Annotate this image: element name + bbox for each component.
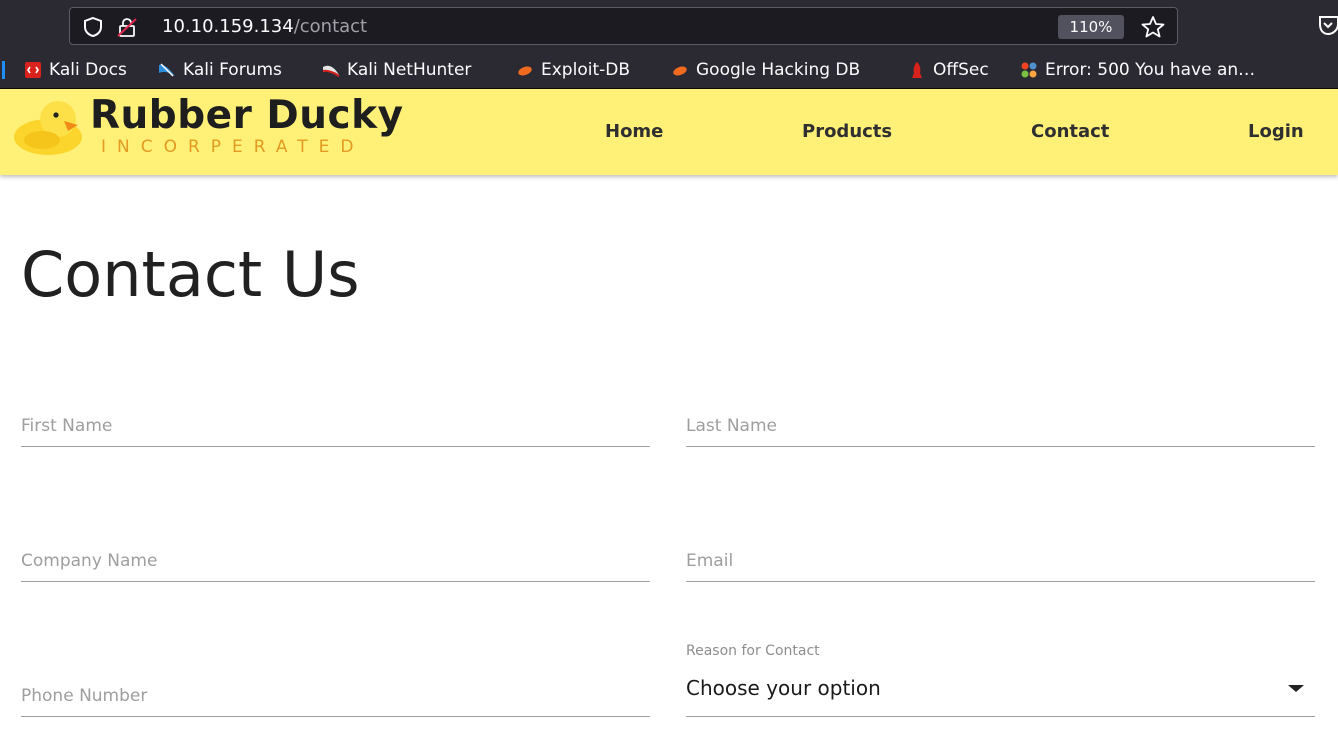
pocket-icon[interactable] [1318,14,1338,36]
address-bar[interactable]: 10.10.159.134/contact 110% [69,7,1178,45]
bookmarks-toolbar: Kali Docs Kali Forums Kali NetHunter Exp… [0,50,1338,89]
page-title: Contact Us [21,238,360,311]
caret-down-icon[interactable] [1288,685,1304,692]
bookmark-error-500[interactable]: Error: 500 You have an… [1020,58,1255,82]
email-input[interactable] [686,551,1315,571]
bookmark-offsec[interactable]: OffSec [908,58,989,82]
first-name-input[interactable] [21,416,650,436]
google-hacking-db-icon [673,66,687,76]
tracking-protection-shield-icon[interactable] [82,16,104,38]
nav-contact-link[interactable]: Contact [1031,121,1109,142]
bookmark-label: OffSec [933,60,989,80]
first-name-field [21,403,650,447]
brand-subtitle: INCORPERATED [101,137,365,157]
bookmark-kali-forums[interactable]: Kali Forums [158,58,282,82]
offsec-icon [912,62,922,78]
reason-for-contact-select[interactable]: Choose your option [686,672,1315,717]
bookmark-kali-nethunter[interactable]: Kali NetHunter [322,58,471,82]
kali-docs-icon [25,62,41,78]
site-header: Rubber Ducky INCORPERATED Home Products … [0,89,1338,175]
bookmark-star-icon[interactable] [1140,15,1166,39]
nav-products-link[interactable]: Products [802,121,892,142]
company-name-field [21,538,650,582]
reason-for-contact-label: Reason for Contact [686,643,820,659]
bookmark-google-hacking-db[interactable]: Google Hacking DB [671,58,860,82]
bookmark-label: Exploit-DB [541,60,630,80]
phone-number-field [21,673,650,717]
bookmark-exploit-db[interactable]: Exploit-DB [516,58,630,82]
email-field [686,538,1315,582]
url-text[interactable]: 10.10.159.134/contact [162,16,367,37]
bookmark-label: Kali Docs [49,60,127,80]
last-name-input[interactable] [686,416,1315,436]
kali-nethunter-icon [322,65,340,77]
kali-forums-icon [159,63,175,77]
bookmark-label: Kali Forums [183,60,282,80]
nav-login-link[interactable]: Login [1248,121,1304,142]
joomla-icon [1021,62,1037,78]
brand-title[interactable]: Rubber Ducky [90,93,404,138]
exploit-db-icon [518,66,532,76]
bookmark-overflow-edge [2,58,5,82]
last-name-field [686,403,1315,447]
bookmark-kali-docs[interactable]: Kali Docs [24,58,127,82]
bookmark-label: Google Hacking DB [696,60,861,80]
bookmark-label: Error: 500 You have an… [1045,60,1256,80]
rubber-duck-logo-icon[interactable] [12,97,84,157]
url-host: 10.10.159.134 [162,16,294,37]
phone-number-input[interactable] [21,686,650,706]
zoom-level-button[interactable]: 110% [1058,15,1124,39]
company-name-input[interactable] [21,551,650,571]
insecure-lock-icon[interactable] [116,16,138,38]
bookmark-label: Kali NetHunter [347,60,472,80]
browser-toolbar: 10.10.159.134/contact 110% [0,0,1338,50]
url-path: /contact [293,16,368,37]
nav-home-link[interactable]: Home [605,121,663,142]
reason-selected-value: Choose your option [686,676,881,700]
